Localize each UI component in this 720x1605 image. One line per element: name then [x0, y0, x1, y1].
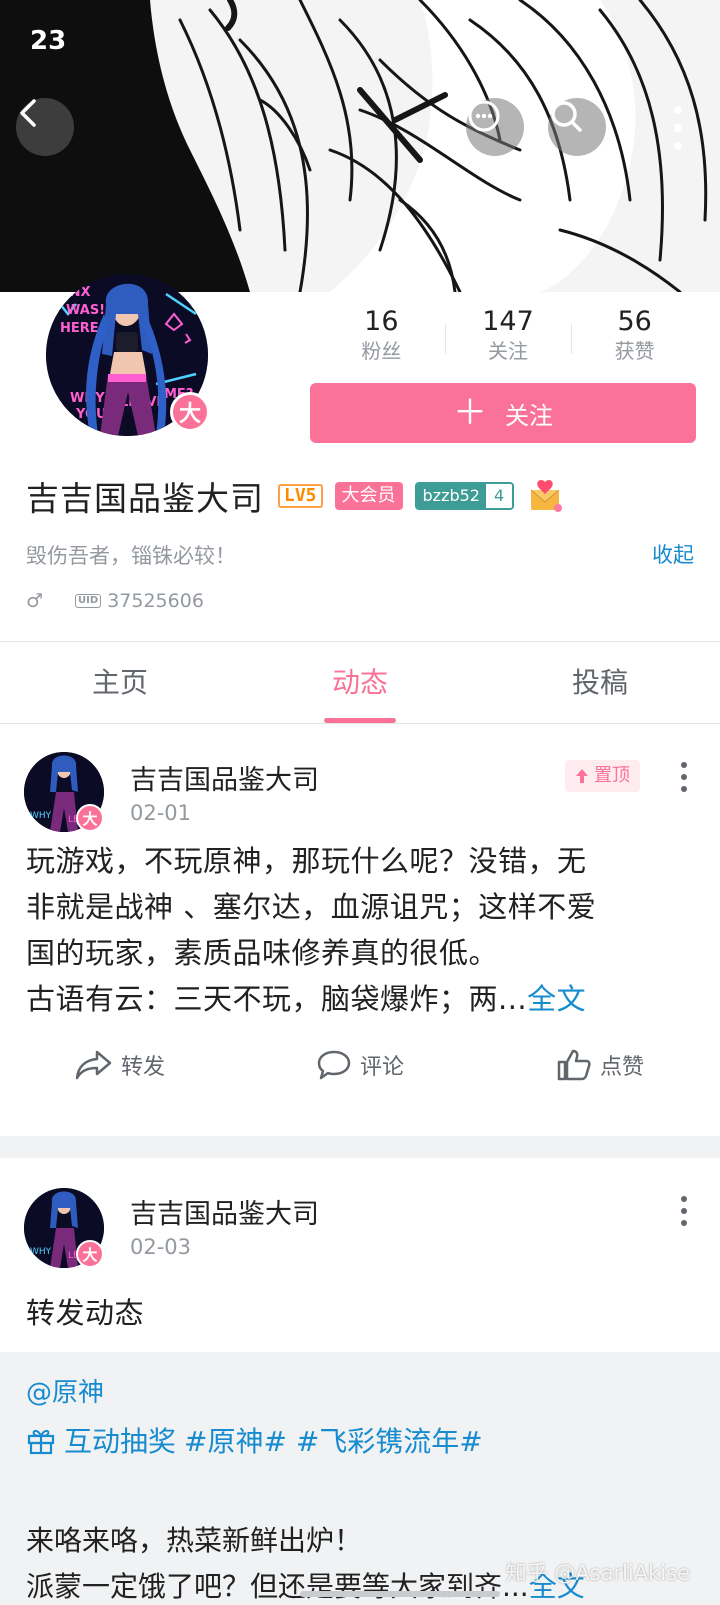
vip-avatar-badge: 大: [76, 1240, 104, 1268]
repost-line-text: 派蒙一定饿了吧？但还是要等大家到齐...: [26, 1570, 529, 1603]
envelope-heart-icon[interactable]: [528, 478, 564, 514]
fan-medal[interactable]: bzzb52 4: [414, 482, 515, 510]
level-badge: LV5: [278, 484, 323, 508]
like-button[interactable]: 点赞: [480, 1040, 720, 1090]
post-content[interactable]: 转发动态: [26, 1290, 694, 1336]
post-line: 非就是战神 、塞尔达，血源诅咒；这样不爱: [26, 890, 597, 924]
full-text-link[interactable]: 全文: [527, 982, 586, 1016]
home-indicator[interactable]: [300, 1591, 500, 1597]
stat-label: 粉丝: [361, 339, 402, 363]
vip-badge[interactable]: 大会员: [334, 482, 403, 510]
stat-fans[interactable]: 16 粉丝: [318, 306, 445, 368]
post-date: 02-01: [130, 801, 192, 825]
post-menu-button[interactable]: [678, 1196, 690, 1226]
post-line-text: 古语有云：三天不玩，脑袋爆炸；两...: [26, 982, 528, 1016]
svg-text:WHY: WHY: [30, 1247, 52, 1257]
svg-text:JINX: JINX: [59, 285, 91, 300]
post-menu-button[interactable]: [678, 762, 690, 792]
search-button[interactable]: [548, 98, 606, 156]
arrow-up-icon: [576, 769, 588, 783]
thumbs-up-icon: [557, 1049, 591, 1081]
forward-label: 转发: [120, 1055, 165, 1080]
stat-label: 关注: [488, 339, 528, 363]
gift-icon: [27, 1429, 55, 1455]
message-button[interactable]: [466, 98, 524, 156]
back-icon: [20, 99, 36, 127]
stat-following[interactable]: 147 关注: [444, 306, 572, 368]
post-author[interactable]: 吉吉国品鉴大司: [130, 1192, 319, 1231]
lottery-label: 互动抽奖: [64, 1425, 177, 1458]
reposted-content[interactable]: @原神 互动抽奖 #原神# #飞彩镌流年# 来咯来咯，热菜新鲜出炉！ 派蒙一定饿…: [0, 1352, 720, 1605]
post-author[interactable]: 吉吉国品鉴大司: [130, 758, 319, 797]
stat-value: 16: [364, 306, 399, 337]
fan-medal-name: bzzb52: [416, 484, 486, 508]
username: 吉吉国品鉴大司: [26, 479, 264, 518]
profile-avatar[interactable]: JINXWAS!HERE WHYYOULEAVEME? 大: [46, 274, 210, 436]
stat-value: 56: [617, 306, 652, 337]
comment-button[interactable]: 评论: [240, 1040, 480, 1090]
uid[interactable]: UID 37525606: [75, 590, 204, 612]
more-vertical-icon: [681, 1196, 687, 1202]
post-content[interactable]: 玩游戏，不玩原神，那玩什么呢？没错，无 非就是战神 、塞尔达，血源诅咒；这样不爱…: [26, 838, 694, 1022]
post-card[interactable]: WHY LEAVE 大 吉吉国品鉴大司 02-03 转发动态: [0, 1158, 720, 1352]
watermark: 知乎 @AsarliAkise: [505, 1561, 690, 1585]
status-time: 23: [30, 26, 67, 56]
uid-value: 37525606: [107, 590, 204, 612]
pinned-badge: 置顶: [565, 760, 640, 792]
post-line: 古语有云：三天不玩，脑袋爆炸；两...全文: [26, 976, 694, 1022]
more-vertical-icon: [681, 762, 687, 768]
share-arrow-icon: [75, 1050, 112, 1080]
profile-tabs: 主页 动态 投稿: [0, 642, 720, 724]
comment-icon: [317, 1050, 351, 1080]
svg-text:HERE: HERE: [60, 321, 99, 336]
profile-banner[interactable]: 23: [0, 0, 720, 292]
post-separator: [0, 1136, 720, 1158]
name-row: 吉吉国品鉴大司 LV5 大会员 bzzb52 4: [26, 474, 564, 518]
more-icon: [674, 106, 682, 114]
lottery-row[interactable]: 互动抽奖 #原神# #飞彩镌流年#: [26, 1420, 483, 1460]
svg-text:WHY: WHY: [30, 811, 52, 821]
tab-uploads[interactable]: 投稿: [480, 642, 720, 724]
post-line: 玩游戏，不玩原神，那玩什么呢？没错，无: [26, 844, 587, 878]
more-button[interactable]: [666, 106, 690, 150]
follow-label: 关注: [505, 401, 553, 430]
plus-icon: ＋: [453, 393, 487, 433]
forward-button[interactable]: 转发: [0, 1040, 240, 1090]
pinned-label: 置顶: [594, 765, 630, 786]
hashtags[interactable]: #原神# #飞彩镌流年#: [184, 1420, 483, 1460]
banner-artwork: [0, 0, 720, 292]
mention-link[interactable]: @原神: [26, 1372, 104, 1409]
comment-label: 评论: [359, 1055, 404, 1080]
post-line: 国的玩家，素质品味修养真的很低。: [26, 936, 499, 970]
search-icon: [551, 101, 582, 132]
meta-row: ♂ UID 37525606: [26, 586, 204, 616]
fan-medal-level: 4: [485, 484, 513, 508]
collapse-link[interactable]: 收起: [652, 539, 694, 569]
tab-home[interactable]: 主页: [0, 642, 240, 724]
svg-text:WAS!: WAS!: [66, 303, 105, 318]
stat-value: 147: [482, 306, 534, 337]
chat-icon: [468, 100, 500, 132]
tab-dynamics[interactable]: 动态: [240, 642, 480, 724]
back-button[interactable]: [16, 98, 74, 156]
signature: 毁伤吾者，锱铢必较！: [26, 544, 236, 568]
vip-avatar-badge: 大: [76, 804, 104, 832]
vip-avatar-badge: 大: [170, 392, 210, 432]
profile-stats: 16 粉丝 147 关注 56 获赞: [318, 306, 698, 368]
like-label: 点赞: [599, 1055, 644, 1080]
uid-icon: UID: [75, 594, 102, 608]
post-date: 02-03: [130, 1235, 192, 1259]
stat-label: 获赞: [614, 339, 655, 363]
stat-likes[interactable]: 56 获赞: [571, 306, 698, 368]
male-gender-icon: ♂: [26, 590, 44, 612]
follow-button[interactable]: ＋ 关注: [310, 383, 696, 443]
post-card[interactable]: WHY LEAVE 大 吉吉国品鉴大司 02-01 置顶 玩游戏，不玩原神，那玩…: [0, 724, 720, 1136]
post-actions: 转发 评论 点赞: [0, 1040, 720, 1090]
